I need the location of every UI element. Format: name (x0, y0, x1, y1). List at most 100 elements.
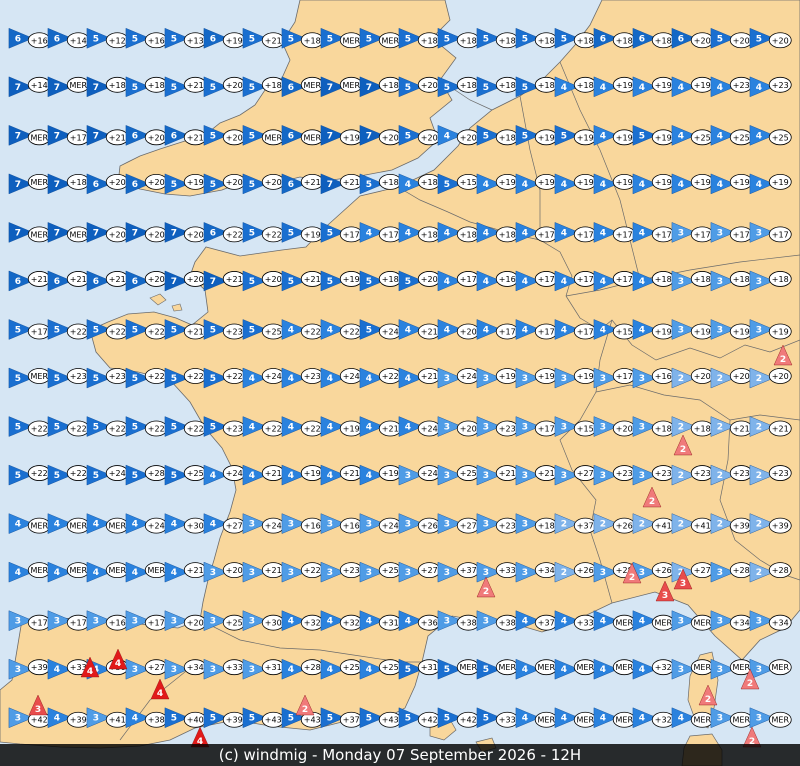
wind-force-label: 3 (600, 568, 606, 578)
temperature-label: +22 (382, 372, 399, 381)
temperature-label: +21 (187, 133, 204, 142)
temperature-label: +16 (655, 372, 672, 381)
wind-force-label: 2 (756, 374, 762, 384)
temperature-label: +21 (187, 81, 204, 90)
temperature-label: +19 (694, 327, 711, 336)
wind-force-label: 4 (639, 714, 645, 724)
temperature-label: +17 (31, 619, 48, 628)
temperature-label: MER (498, 663, 516, 672)
wind-force-label: 5 (561, 34, 567, 44)
temperature-label: +18 (460, 81, 477, 90)
wind-force-label: 5 (210, 180, 216, 190)
warm-wind-label: 2 (747, 679, 753, 689)
temperature-label: +23 (70, 372, 87, 381)
wind-force-label: 5 (483, 131, 489, 141)
wind-force-label: 4 (678, 714, 684, 724)
temperature-label: +17 (616, 372, 633, 381)
temperature-label: +17 (382, 230, 399, 239)
temperature-label: +26 (655, 566, 672, 575)
temperature-label: +13 (187, 36, 204, 45)
temperature-label: +18 (382, 178, 399, 187)
temperature-label: MER (303, 81, 321, 90)
wind-force-label: 7 (366, 131, 372, 141)
wind-force-label: 5 (483, 714, 489, 724)
temperature-label: +18 (382, 275, 399, 284)
temperature-label: +18 (265, 81, 282, 90)
temperature-label: +31 (382, 619, 399, 628)
wind-force-label: 5 (93, 423, 99, 433)
wind-force-label: 3 (444, 423, 450, 433)
temperature-label: +17 (577, 230, 594, 239)
temperature-label: +23 (226, 425, 243, 434)
wind-force-label: 5 (366, 714, 372, 724)
temperature-label: +18 (733, 275, 750, 284)
temperature-label: +20 (460, 133, 477, 142)
temperature-label: +18 (499, 133, 516, 142)
temperature-label: MER (108, 566, 126, 575)
temperature-label: +22 (70, 327, 87, 336)
temperature-label: +24 (421, 425, 438, 434)
wind-force-label: 4 (132, 714, 138, 724)
wind-force-label: 6 (93, 180, 99, 190)
wind-force-label: 6 (600, 34, 606, 44)
wind-force-label: 3 (561, 471, 567, 481)
wind-force-label: 5 (366, 34, 372, 44)
temperature-label: MER (615, 663, 633, 672)
wind-force-label: 4 (522, 325, 528, 335)
temperature-label: +21 (499, 469, 516, 478)
wind-force-label: 4 (561, 714, 567, 724)
wind-force-label: 3 (717, 568, 723, 578)
wind-force-label: 3 (210, 568, 216, 578)
temperature-label: +22 (226, 372, 243, 381)
warm-wind-label: 2 (483, 587, 489, 597)
wind-force-label: 5 (327, 714, 333, 724)
temperature-label: +19 (655, 178, 672, 187)
wind-force-label: 3 (249, 520, 255, 530)
temperature-label: +24 (148, 522, 165, 531)
temperature-label: +27 (421, 566, 438, 575)
temperature-label: MER (30, 133, 48, 142)
wind-force-label: 4 (639, 83, 645, 93)
wind-force-label: 7 (54, 228, 60, 238)
wind-force-label: 2 (678, 423, 684, 433)
temperature-label: +20 (733, 36, 750, 45)
wind-force-label: 3 (561, 374, 567, 384)
wind-force-label: 4 (327, 617, 333, 627)
wind-force-label: 4 (561, 325, 567, 335)
wind-force-label: 7 (210, 277, 216, 287)
temperature-label: +43 (382, 716, 399, 725)
temperature-label: +17 (343, 230, 360, 239)
temperature-label: +18 (499, 81, 516, 90)
temperature-label: +17 (733, 230, 750, 239)
wind-force-label: 5 (522, 34, 528, 44)
wind-force-label: 4 (288, 471, 294, 481)
wind-force-label: 7 (327, 180, 333, 190)
wind-force-label: 3 (639, 423, 645, 433)
temperature-label: +23 (694, 469, 711, 478)
wind-force-label: 5 (132, 374, 138, 384)
temperature-label: +32 (655, 716, 672, 725)
temperature-label: +23 (655, 469, 672, 478)
wind-force-label: 3 (288, 520, 294, 530)
temperature-label: +25 (460, 469, 477, 478)
wind-force-label: 5 (93, 325, 99, 335)
temperature-label: MER (30, 178, 48, 187)
warm-wind-label: 2 (629, 573, 635, 583)
temperature-label: +19 (577, 372, 594, 381)
wind-force-label: 4 (210, 471, 216, 481)
temperature-label: +19 (343, 275, 360, 284)
wind-force-label: 5 (210, 325, 216, 335)
temperature-label: +24 (265, 372, 282, 381)
wind-force-label: 5 (93, 374, 99, 384)
temperature-label: +16 (148, 36, 165, 45)
wind-force-label: 4 (756, 131, 762, 141)
warm-wind-label: 2 (680, 445, 686, 455)
wind-force-label: 4 (93, 520, 99, 530)
wind-force-label: 6 (54, 34, 60, 44)
temperature-label: +15 (577, 425, 594, 434)
wind-force-label: 4 (405, 228, 411, 238)
temperature-label: +14 (70, 36, 87, 45)
temperature-label: +20 (148, 230, 165, 239)
wind-force-label: 3 (639, 471, 645, 481)
temperature-label: +17 (616, 230, 633, 239)
